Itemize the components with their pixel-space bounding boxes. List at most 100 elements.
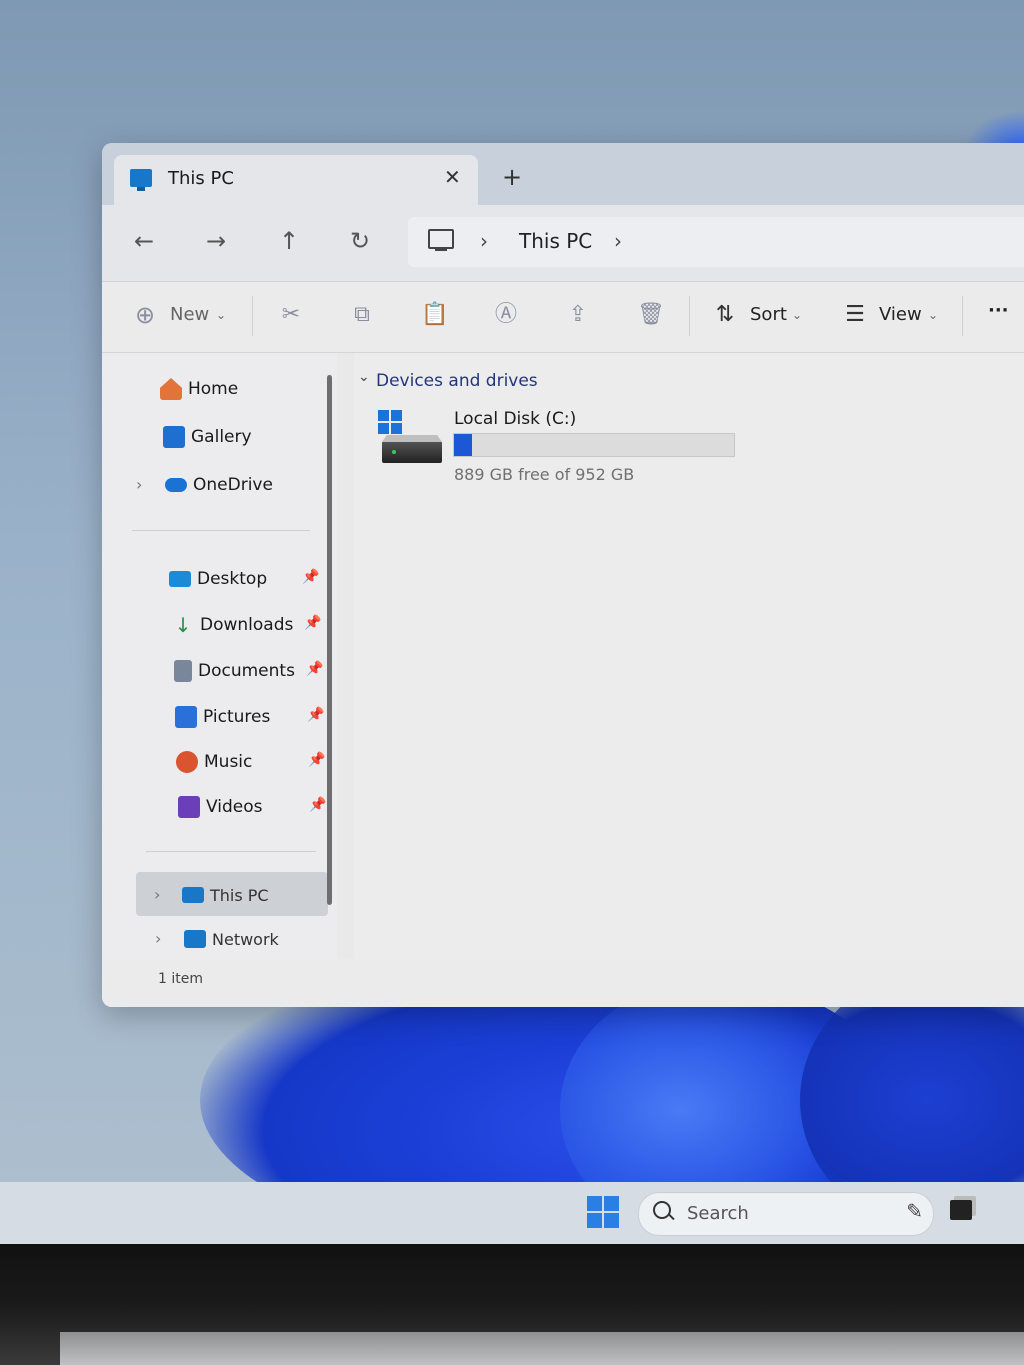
sidebar-item-label: Documents [198, 661, 295, 681]
refresh-button[interactable]: ↻ [350, 227, 370, 255]
desk-edge [60, 1332, 1024, 1365]
wallpaper-bloom [180, 990, 1024, 1210]
sidebar-item-onedrive[interactable]: OneDrive [165, 465, 273, 505]
drive-name: Local Disk (C:) [454, 409, 577, 429]
view-label: View [879, 304, 922, 325]
drive-free-space: 889 GB free of 952 GB [454, 465, 635, 484]
start-button[interactable] [587, 1196, 619, 1228]
sidebar-item-desktop[interactable]: Desktop [169, 559, 267, 599]
up-button[interactable]: ↑ [279, 227, 299, 255]
task-view-icon[interactable] [950, 1200, 972, 1220]
windows-logo-icon [378, 410, 402, 434]
chevron-down-icon: ⌄ [358, 369, 370, 385]
rename-icon[interactable]: Ⓐ [493, 302, 519, 328]
chevron-right-icon[interactable]: › [480, 229, 488, 253]
sidebar-item-label: Downloads [200, 615, 294, 635]
new-label: New [170, 304, 210, 325]
sidebar-item-label: This PC [210, 885, 269, 905]
taskbar: Search ✎ [0, 1182, 1024, 1244]
desktop-icon [169, 571, 191, 587]
copy-icon[interactable]: ⧉ [349, 302, 375, 328]
toolbar-separator [962, 296, 963, 336]
chevron-right-icon[interactable]: › [614, 229, 622, 253]
drive-usage-fill [454, 434, 473, 456]
this-pc-icon [130, 169, 152, 191]
gallery-icon [163, 426, 185, 448]
chevron-down-icon: ⌄ [216, 308, 227, 322]
chevron-right-icon[interactable]: › [154, 885, 160, 904]
this-pc-icon [182, 887, 204, 903]
sidebar-item-label: OneDrive [193, 475, 273, 495]
chevron-right-icon[interactable]: › [136, 475, 142, 494]
sort-label: Sort [750, 304, 787, 325]
command-bar: ⊕ New ⌄ ✂ ⧉ 📋 Ⓐ ⇪ 🗑 ⇅ Sort ⌄ ☰ View ⌄ ··… [102, 282, 1024, 353]
pictures-icon [175, 706, 197, 728]
pin-icon[interactable]: 📌 [307, 707, 324, 723]
chevron-down-icon: ⌄ [928, 308, 939, 322]
sidebar-item-music[interactable]: Music [176, 742, 252, 782]
item-count: 1 item [158, 971, 203, 987]
pin-icon[interactable]: 📌 [306, 661, 323, 677]
sort-icon: ⇅ [715, 302, 735, 327]
sidebar-item-network[interactable]: Network [184, 919, 279, 959]
drive-icon [382, 441, 442, 463]
plus-circle-icon: ⊕ [134, 301, 156, 329]
sidebar-item-home[interactable]: Home [160, 369, 238, 409]
search-label: Search [687, 1203, 749, 1224]
sidebar-item-label: Videos [206, 797, 263, 817]
tab-this-pc[interactable]: This PC ✕ [114, 155, 478, 205]
network-icon [184, 930, 206, 948]
toolbar-separator [252, 296, 253, 336]
navigation-pane: Home Gallery › OneDrive Desktop 📌 ↓ Down… [102, 353, 337, 959]
sidebar-item-label: Gallery [191, 427, 252, 447]
sidebar-item-downloads[interactable]: ↓ Downloads [172, 605, 294, 645]
sidebar-item-label: Desktop [197, 569, 268, 589]
sidebar-item-label: Pictures [203, 707, 271, 727]
breadcrumb-this-pc[interactable]: This PC [519, 229, 592, 253]
group-label: Devices and drives [376, 371, 538, 391]
chevron-right-icon[interactable]: › [155, 929, 161, 948]
file-explorer-window: This PC ✕ + ← → ↑ ↻ › This PC › ⊕ New ⌄ … [102, 143, 1024, 1007]
status-bar: 1 item [102, 959, 1024, 1007]
view-icon: ☰ [845, 302, 865, 327]
onedrive-icon [165, 478, 187, 492]
delete-icon[interactable]: 🗑 [637, 302, 665, 328]
sidebar-divider [146, 851, 316, 852]
videos-icon [178, 796, 200, 818]
paste-icon[interactable]: 📋 [421, 302, 448, 328]
music-icon [176, 751, 198, 773]
back-button[interactable]: ← [134, 227, 154, 255]
pin-icon[interactable]: 📌 [309, 797, 326, 813]
sidebar-scrollbar[interactable] [327, 375, 332, 905]
sidebar-item-this-pc[interactable]: This PC [182, 875, 269, 915]
more-options-button[interactable]: ··· [988, 300, 1009, 321]
chevron-down-icon: ⌄ [792, 308, 803, 322]
pin-icon[interactable]: 📌 [304, 615, 321, 631]
sidebar-item-label: Network [212, 929, 279, 949]
pin-icon[interactable]: 📌 [302, 569, 319, 585]
navigation-bar: ← → ↑ ↻ › This PC › [102, 205, 1024, 282]
search-icon [653, 1201, 671, 1219]
pin-icon[interactable]: 📌 [308, 752, 325, 768]
sidebar-item-gallery[interactable]: Gallery [163, 417, 252, 457]
content-pane: ⌄ Devices and drives Local Disk (C:) 889… [354, 353, 1024, 959]
home-icon [160, 378, 182, 400]
taskbar-search[interactable]: Search ✎ [638, 1192, 934, 1236]
new-tab-button[interactable]: + [502, 165, 522, 189]
address-bar[interactable]: › This PC › [408, 217, 1024, 267]
tab-close-button[interactable]: ✕ [444, 165, 461, 189]
sidebar-item-pictures[interactable]: Pictures [175, 697, 270, 737]
sidebar-item-label: Music [204, 752, 253, 772]
sidebar-divider [132, 530, 310, 531]
drive-usage-bar [453, 433, 735, 457]
forward-button[interactable]: → [206, 227, 226, 255]
downloads-icon: ↓ [174, 613, 192, 637]
sidebar-item-documents[interactable]: Documents [174, 651, 295, 691]
cut-icon[interactable]: ✂ [278, 302, 304, 328]
computer-icon [428, 229, 454, 251]
share-icon[interactable]: ⇪ [565, 302, 591, 328]
sidebar-item-videos[interactable]: Videos [178, 787, 263, 827]
tab-title: This PC [168, 168, 234, 189]
search-highlight-icon: ✎ [906, 1199, 923, 1223]
documents-icon [174, 660, 192, 682]
